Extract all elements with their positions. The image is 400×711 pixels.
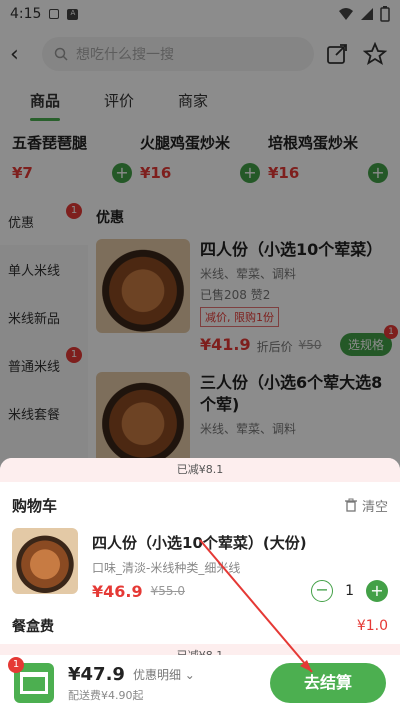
clear-cart-button[interactable]: 清空 (344, 496, 388, 515)
box-fee-row: 餐盒费 ¥1.0 (0, 608, 400, 644)
chevron-down-icon: ⌄ (184, 667, 195, 682)
box-fee-value: ¥1.0 (356, 618, 388, 634)
total-block: ¥47.9 优惠明细 ⌄ 配送费¥4.90起 (68, 664, 195, 703)
cart-title: 购物车 (12, 496, 58, 515)
detail-label: 优惠明细 (132, 667, 181, 682)
cart-item-title: 四人份（小选10个荤菜）(大份) (92, 534, 307, 552)
discount-detail-link[interactable]: 优惠明细 ⌄ (133, 666, 195, 683)
clear-label: 清空 (361, 499, 388, 515)
total-amount: ¥47.9 (68, 663, 125, 685)
cart-item-price: ¥46.9 (92, 581, 143, 601)
trash-icon (344, 498, 357, 512)
increase-button[interactable]: + (366, 580, 388, 602)
cart-bag-icon[interactable]: 1 (8, 657, 54, 703)
cart-header: 购物车 清空 (0, 482, 400, 528)
box-fee-label: 餐盒费 (12, 619, 54, 635)
discount-strip: 已减¥8.1 (0, 458, 400, 482)
checkout-bar: 1 ¥47.9 优惠明细 ⌄ 配送费¥4.90起 去结算 (0, 655, 400, 711)
quantity-value: 1 (345, 583, 354, 599)
cart-item-desc: 口味_清淡-米线种类_细米线 (92, 561, 241, 575)
cart-item-old-price: ¥55.0 (150, 584, 185, 598)
delivery-fee: 配送费¥4.90起 (68, 688, 144, 702)
cart-item: 四人份（小选10个荤菜）(大份) 口味_清淡-米线种类_细米线 ¥46.9 ¥5… (0, 528, 400, 602)
cart-count-badge: 1 (8, 657, 24, 673)
quantity-stepper: − 1 + (311, 580, 388, 602)
cart-item-image (12, 528, 78, 594)
decrease-button[interactable]: − (311, 580, 334, 602)
checkout-button[interactable]: 去结算 (270, 663, 386, 703)
